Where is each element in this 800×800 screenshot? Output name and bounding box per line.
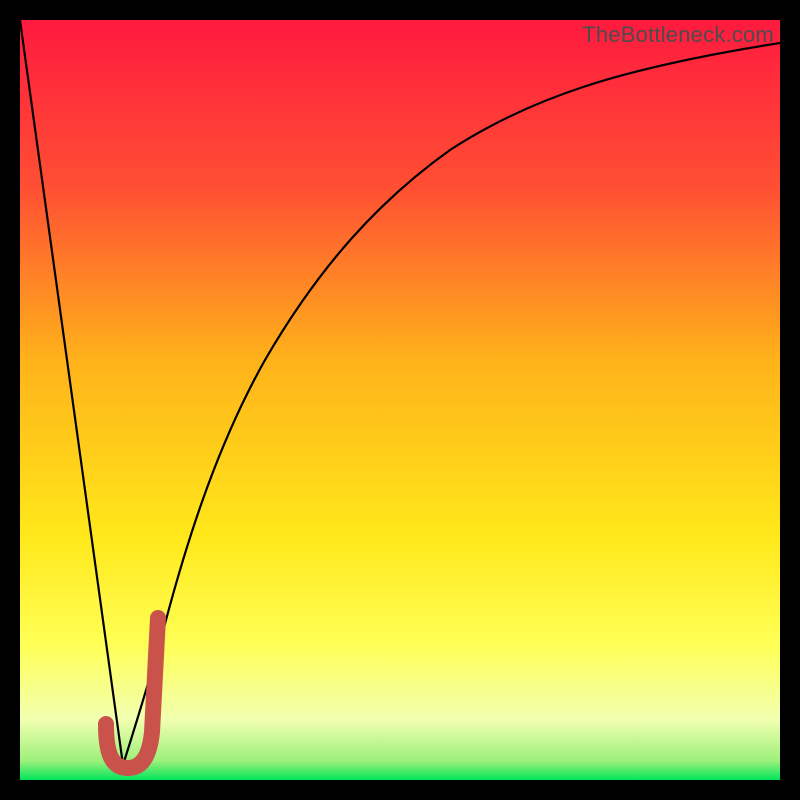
- watermark-label: TheBottleneck.com: [582, 22, 774, 48]
- bottleneck-curve: [20, 20, 780, 765]
- chart-curves: [20, 20, 780, 780]
- chart-frame: TheBottleneck.com: [0, 0, 800, 800]
- plot-area: TheBottleneck.com: [20, 20, 780, 780]
